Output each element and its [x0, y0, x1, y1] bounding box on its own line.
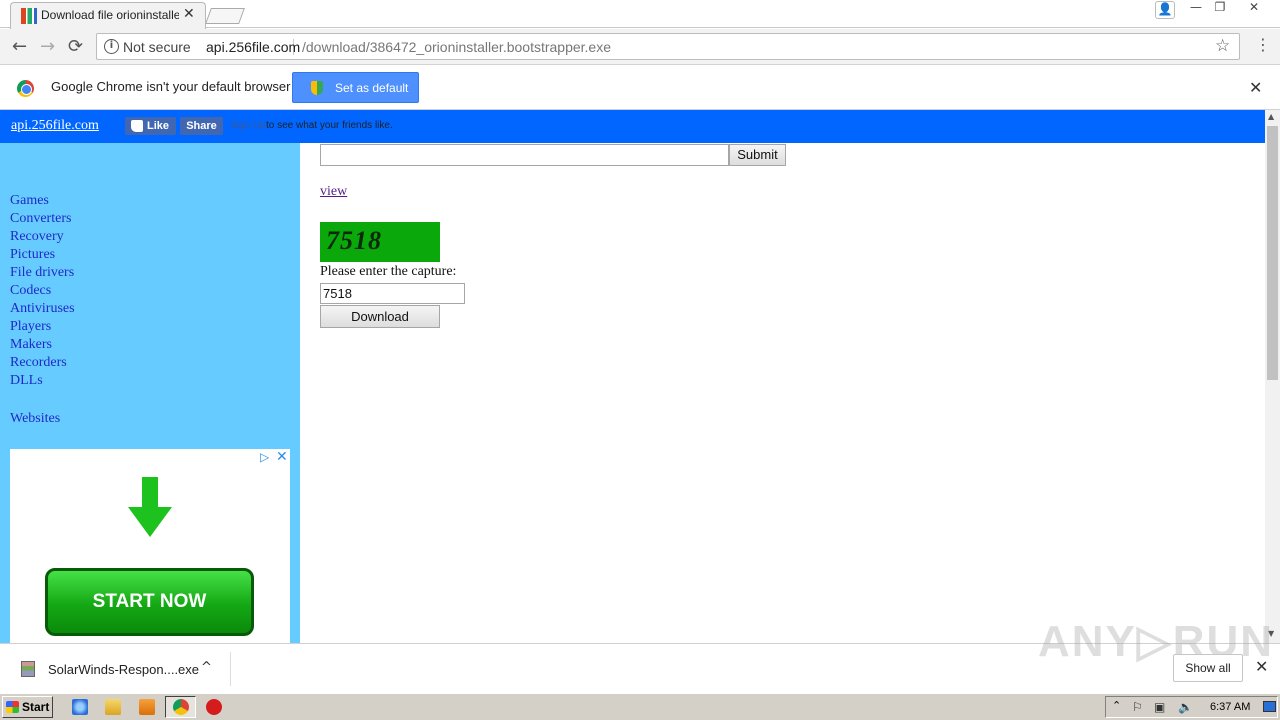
start-button[interactable]: Start	[2, 696, 53, 718]
ad-close-icon[interactable]: ✕	[276, 449, 288, 465]
show-all-button[interactable]: Show all	[1173, 654, 1243, 682]
windows-logo-icon	[6, 701, 19, 713]
url-path[interactable]: /download/386472_orioninstaller.bootstra…	[302, 39, 611, 55]
shelf-close-icon[interactable]: ✕	[1255, 657, 1268, 676]
uac-shield-icon	[311, 81, 323, 95]
volume-icon[interactable]: 🔈	[1178, 700, 1193, 714]
windows-taskbar: Start ⌃ ⚐ ▣ 🔈 6:37 AM	[0, 693, 1280, 720]
sidebar-item-makers[interactable]: Makers	[10, 337, 52, 353]
scroll-thumb[interactable]	[1267, 126, 1278, 380]
sidebar-item-players[interactable]: Players	[10, 319, 51, 335]
infobar-close-icon[interactable]: ✕	[1249, 78, 1262, 97]
sidebar-item-converters[interactable]: Converters	[10, 211, 71, 227]
browser-toolbar: ← → ⟳ i Not secure api.256file.com /down…	[0, 29, 1280, 65]
security-indicator[interactable]: Not secure	[123, 39, 191, 55]
reload-icon[interactable]: ⟳	[68, 36, 83, 57]
sidebar-item-antiviruses[interactable]: Antiviruses	[10, 301, 75, 317]
network-icon[interactable]: ▣	[1154, 700, 1165, 714]
tab-title: Download file orioninstaller.b	[41, 8, 179, 22]
sidebar-item-pictures[interactable]: Pictures	[10, 247, 55, 263]
page-content: api.256file.com Like Share Sign Up to se…	[0, 110, 1265, 643]
site-favicon-icon	[21, 8, 37, 24]
download-button[interactable]: Download	[320, 305, 440, 328]
site-home-link[interactable]: api.256file.com	[11, 118, 99, 134]
facebook-like-button[interactable]: Like	[125, 117, 176, 135]
bookmark-star-icon[interactable]: ☆	[1215, 36, 1230, 56]
sidebar-item-websites[interactable]: Websites	[10, 411, 60, 427]
download-shelf: SolarWinds-Respon....exe ^ ANY▷RUN Show …	[0, 617, 1280, 693]
sidebar-item-recovery[interactable]: Recovery	[10, 229, 64, 245]
folder-icon[interactable]	[105, 699, 121, 715]
chrome-taskbar-icon	[173, 699, 189, 715]
system-tray: ⌃ ⚐ ▣ 🔈 6:37 AM	[1105, 696, 1278, 718]
chevron-up-icon[interactable]: ^	[201, 660, 212, 675]
info-icon[interactable]: i	[104, 39, 119, 54]
start-now-button[interactable]: START NOW	[45, 568, 254, 636]
downloaded-file-name[interactable]: SolarWinds-Respon....exe	[48, 662, 199, 677]
tab-strip: Download file orioninstaller.b ✕ 👤 — ❐ ✕	[0, 0, 1280, 29]
chrome-logo-icon	[17, 80, 34, 97]
tray-expand-icon[interactable]: ⌃	[1112, 699, 1121, 712]
download-arrow-head-icon	[128, 507, 172, 537]
infobar-message: Google Chrome isn't your default browser	[51, 79, 291, 94]
profile-icon[interactable]: 👤	[1155, 1, 1175, 19]
back-icon[interactable]: ←	[12, 36, 27, 57]
media-player-icon[interactable]	[139, 699, 155, 715]
captcha-image: 7518	[320, 222, 440, 262]
address-bar[interactable]: i Not secure api.256file.com /download/3…	[96, 33, 1240, 60]
taskbar-clock[interactable]: 6:37 AM	[1210, 701, 1250, 713]
action-center-flag-icon[interactable]: ⚐	[1132, 700, 1143, 714]
capture-label: Please enter the capture:	[320, 264, 457, 279]
installer-file-icon	[21, 661, 35, 677]
set-as-default-button[interactable]: Set as default	[292, 72, 419, 103]
captcha-code: 7518	[326, 226, 382, 255]
advertisement[interactable]: ▷ ✕ START NOW	[10, 449, 290, 643]
submit-button[interactable]: Submit	[729, 144, 786, 166]
maximize-icon[interactable]: ❐	[1210, 0, 1230, 18]
chrome-menu-icon[interactable]: ⋮	[1255, 35, 1271, 54]
default-browser-infobar: Google Chrome isn't your default browser…	[0, 66, 1280, 110]
facebook-social-text: to see what your friends like.	[266, 120, 393, 131]
tab-active[interactable]: Download file orioninstaller.b ✕	[10, 2, 206, 29]
sidebar-item-codecs[interactable]: Codecs	[10, 283, 51, 299]
window-close-icon[interactable]: ✕	[1244, 0, 1264, 18]
tab-close-icon[interactable]: ✕	[183, 6, 195, 22]
category-sidebar: Games Converters Recovery Pictures File …	[0, 143, 300, 643]
set-as-default-label: Set as default	[335, 81, 409, 95]
sidebar-item-dlls[interactable]: DLLs	[10, 373, 43, 389]
thumbs-up-icon	[131, 120, 143, 132]
sidebar-item-recorders[interactable]: Recorders	[10, 355, 67, 371]
scroll-up-icon[interactable]: ▲	[1268, 112, 1274, 121]
show-desktop-icon[interactable]	[1263, 701, 1276, 712]
internet-explorer-icon[interactable]	[72, 699, 88, 715]
site-header-bar: api.256file.com Like Share Sign Up to se…	[0, 110, 1265, 143]
sidebar-item-games[interactable]: Games	[10, 193, 49, 209]
security-alert-icon[interactable]	[206, 699, 222, 715]
taskbar-chrome-button[interactable]	[165, 696, 196, 718]
start-label: Start	[22, 700, 50, 714]
facebook-like-label: Like	[147, 120, 170, 132]
new-tab-button[interactable]	[205, 8, 245, 24]
facebook-signup-link[interactable]: Sign Up	[230, 120, 266, 131]
forward-icon[interactable]: →	[40, 36, 55, 57]
url-host[interactable]: api.256file.com	[206, 39, 300, 55]
shelf-divider	[230, 652, 231, 686]
facebook-share-button[interactable]: Share	[180, 117, 223, 135]
download-arrow-icon	[142, 477, 158, 509]
captcha-input[interactable]: 7518	[320, 283, 465, 304]
search-input[interactable]	[320, 144, 729, 166]
page-scrollbar[interactable]: ▲ ▼	[1265, 110, 1280, 643]
adchoices-icon[interactable]: ▷	[260, 450, 269, 464]
minimize-icon[interactable]: —	[1186, 0, 1206, 18]
sidebar-item-file-drivers[interactable]: File drivers	[10, 265, 74, 281]
view-link[interactable]: view	[320, 184, 347, 200]
